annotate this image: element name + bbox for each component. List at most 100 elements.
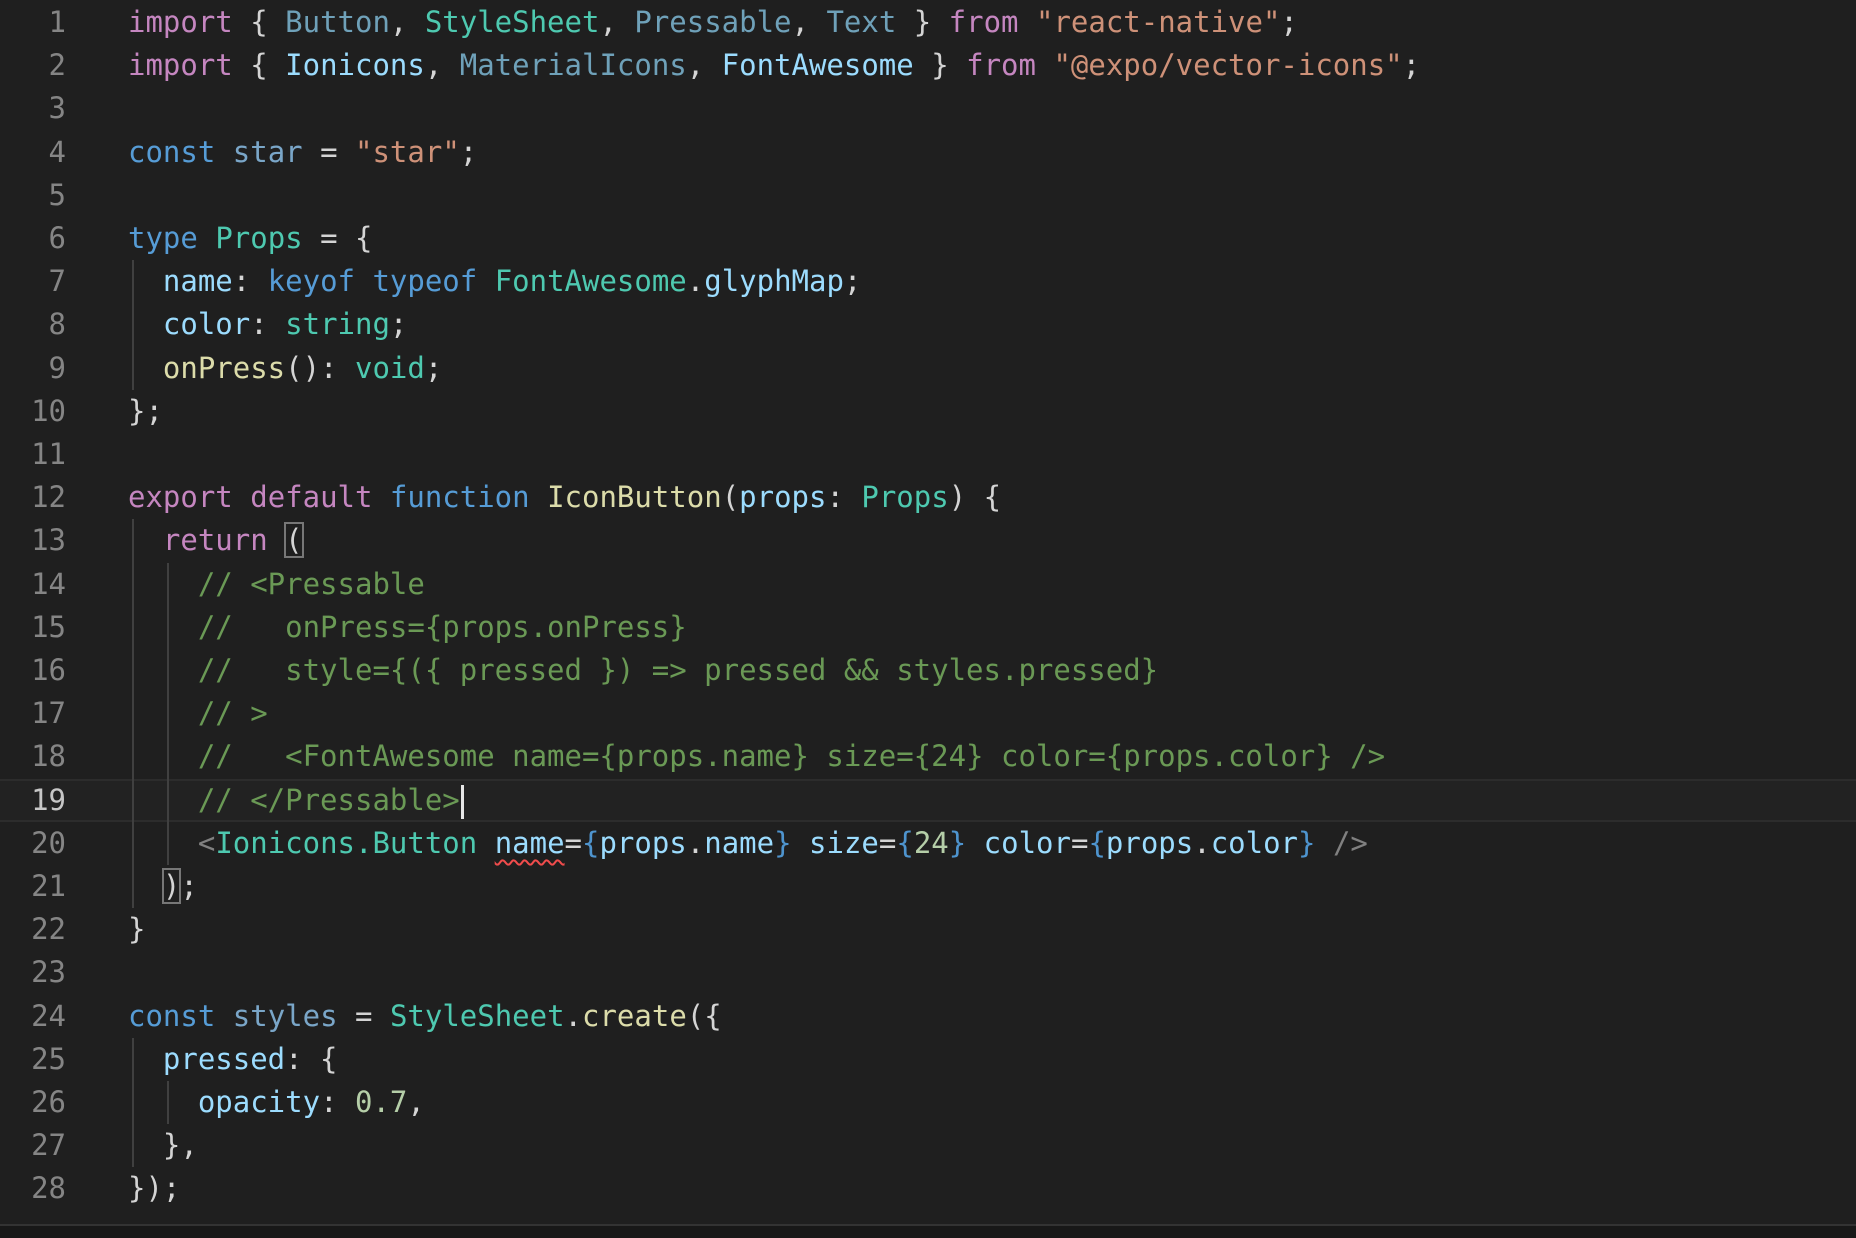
code-text[interactable]: export default function IconButton(props… — [128, 476, 1001, 519]
code-text[interactable]: }; — [128, 390, 163, 433]
code-line[interactable]: 5 — [0, 174, 1856, 217]
code-line[interactable]: 14 // <Pressable — [0, 563, 1856, 606]
code-token: from — [966, 48, 1036, 83]
line-number: 24 — [31, 998, 66, 1033]
code-token: keyof — [267, 264, 355, 299]
code-line[interactable]: 23 — [0, 951, 1856, 994]
code-text[interactable]: // <Pressable — [128, 563, 425, 606]
code-token: : — [250, 307, 286, 342]
code-token: const — [128, 998, 216, 1033]
code-line[interactable]: 10}; — [0, 390, 1856, 433]
code-token: "react-native" — [1035, 5, 1281, 39]
code-line[interactable]: 9 onPress(): void; — [0, 347, 1856, 390]
code-token: // style={({ pressed }) => pressed && st… — [197, 653, 1159, 687]
code-line[interactable]: 20 <Ionicons.Button name={props.name} si… — [0, 822, 1856, 865]
code-line[interactable]: 11 — [0, 433, 1856, 476]
code-editor[interactable]: 1 import { Button, StyleSheet, Pressable,… — [0, 0, 1856, 1238]
code-text[interactable]: // </Pressable> — [128, 781, 464, 820]
code-token: , — [599, 5, 635, 39]
code-text[interactable]: const styles = StyleSheet.create({ — [128, 995, 722, 1038]
code-token: pressed — [162, 1041, 286, 1076]
code-text[interactable]: ); — [128, 865, 198, 908]
code-line[interactable]: 1 import { Button, StyleSheet, Pressable,… — [0, 1, 1856, 44]
code-line[interactable]: 18 // <FontAwesome name={props.name} siz… — [0, 735, 1856, 778]
code-line[interactable]: 7 name: keyof typeof FontAwesome.glyphMa… — [0, 260, 1856, 303]
code-line[interactable]: 3 — [0, 87, 1856, 130]
code-text[interactable]: return ( — [128, 519, 304, 562]
code-token: ( — [284, 522, 304, 559]
code-token: { — [896, 825, 914, 860]
line-number: 22 — [31, 912, 66, 947]
code-line[interactable]: 2 import { Ionicons, MaterialIcons, FontA… — [0, 44, 1856, 87]
code-token: ({ — [686, 998, 722, 1033]
code-token: export — [128, 480, 233, 515]
code-token: props — [739, 480, 827, 515]
code-line[interactable]: 27 }, — [0, 1124, 1856, 1167]
code-text[interactable]: name: keyof typeof FontAwesome.glyphMap; — [128, 260, 861, 303]
line-number: 6 — [48, 221, 66, 255]
code-text[interactable]: pressed: { — [128, 1038, 338, 1081]
code-line[interactable]: 17 // > — [0, 692, 1856, 735]
code-token: } — [1298, 825, 1316, 860]
code-token: import — [128, 48, 233, 83]
line-number: 28 — [31, 1171, 66, 1206]
code-token: } — [128, 912, 146, 947]
code-line[interactable]: 26 opacity: 0.7, — [0, 1081, 1856, 1124]
code-text[interactable]: import { Ionicons, MaterialIcons, FontAw… — [128, 44, 1420, 87]
indent-guide — [132, 1037, 134, 1168]
code-text[interactable]: // style={({ pressed }) => pressed && st… — [128, 649, 1158, 692]
line-number: 7 — [48, 264, 66, 299]
line-number: 16 — [31, 653, 66, 687]
line-number: 13 — [31, 523, 66, 558]
code-token: // onPress={props.onPress} — [197, 609, 687, 644]
code-line[interactable]: 16 // style={({ pressed }) => pressed &&… — [0, 649, 1856, 692]
code-line[interactable]: 15 // onPress={props.onPress} — [0, 606, 1856, 649]
code-line[interactable]: 6 type Props = { — [0, 217, 1856, 260]
horizontal-scrollbar[interactable] — [0, 1224, 1856, 1238]
code-line[interactable]: 24 const styles = StyleSheet.create({ — [0, 995, 1856, 1038]
code-text[interactable]: import { Button, StyleSheet, Pressable, … — [128, 1, 1298, 44]
code-token: , — [407, 1085, 425, 1119]
code-line[interactable]: 4 const star = "star"; — [0, 131, 1856, 174]
code-text[interactable]: type Props = { — [128, 217, 372, 260]
code-token: MaterialIcons — [459, 48, 687, 83]
code-token: FontAwesome — [494, 264, 687, 299]
code-token: color — [983, 825, 1071, 860]
code-token: string — [285, 307, 390, 342]
code-token: }, — [128, 1128, 198, 1163]
code-token: Props — [215, 221, 303, 255]
code-line[interactable]: 13 return ( — [0, 519, 1856, 562]
code-line[interactable]: 21 ); — [0, 865, 1856, 908]
code-text[interactable]: <Ionicons.Button name={props.name} size=… — [128, 822, 1368, 865]
code-line[interactable]: 19 // </Pressable> — [0, 778, 1856, 822]
code-text[interactable]: }); — [128, 1167, 180, 1210]
code-text[interactable]: // <FontAwesome name={props.name} size={… — [128, 735, 1385, 778]
code-token: // </Pressable> — [197, 782, 460, 817]
text-cursor — [460, 784, 464, 819]
code-token: ; — [1402, 48, 1421, 83]
code-text[interactable]: // > — [128, 692, 268, 735]
line-number: 2 — [48, 48, 66, 83]
code-token: < — [197, 825, 216, 860]
code-text[interactable]: }, — [128, 1124, 198, 1167]
indent-guide — [166, 562, 169, 865]
code-text[interactable]: onPress(): void; — [128, 347, 442, 390]
line-number: 9 — [48, 350, 66, 385]
code-text[interactable]: } — [128, 908, 145, 951]
code-line[interactable]: 12 export default function IconButton(pro… — [0, 476, 1856, 519]
code-token: glyphMap — [704, 264, 844, 299]
code-line[interactable]: 8 color: string; — [0, 303, 1856, 346]
line-number: 25 — [31, 1041, 66, 1076]
code-text[interactable]: opacity: 0.7, — [128, 1081, 425, 1124]
code-line[interactable]: 22} — [0, 908, 1856, 951]
code-text[interactable]: // onPress={props.onPress} — [128, 606, 687, 649]
code-token: props — [599, 825, 687, 860]
code-text[interactable]: const star = "star"; — [128, 131, 477, 174]
code-text[interactable]: color: string; — [128, 303, 407, 346]
code-line[interactable]: 28}); — [0, 1167, 1856, 1210]
code-line[interactable]: 25 pressed: { — [0, 1038, 1856, 1081]
